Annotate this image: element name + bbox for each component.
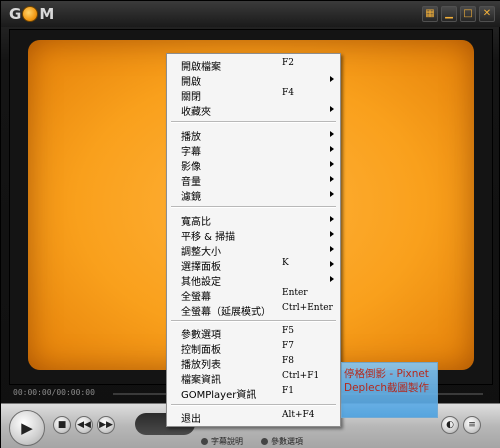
context-menu: 開啟檔案 F2 開啟 關閉 F4 收藏夾 播放 字幕 影像 音量 濾鏡 寬高比 … bbox=[166, 53, 341, 427]
submenu-arrow-icon bbox=[330, 106, 334, 112]
menu-item-aspect-ratio[interactable]: 寬高比 bbox=[167, 212, 340, 228]
menu-item-file-info[interactable]: 檔案資訊 Ctrl+F1 bbox=[167, 370, 340, 386]
menu-item-resize[interactable]: 調整大小 bbox=[167, 242, 340, 258]
stop-button[interactable]: ■ bbox=[53, 416, 71, 434]
menu-item-label: 退出 bbox=[181, 414, 201, 425]
menu-item-shortcut: Ctrl+Enter bbox=[282, 303, 333, 313]
menu-item-volume[interactable]: 音量 bbox=[167, 172, 340, 188]
menu-item-subtitles[interactable]: 字幕 bbox=[167, 142, 340, 158]
menu-item-open-file[interactable]: 開啟檔案 F2 bbox=[167, 57, 340, 73]
submenu-arrow-icon bbox=[330, 191, 334, 197]
menu-separator bbox=[171, 320, 336, 322]
menu-item-label: 參數選項 bbox=[181, 330, 221, 341]
submenu-arrow-icon bbox=[330, 176, 334, 182]
menu-item-favorites[interactable]: 收藏夾 bbox=[167, 102, 340, 118]
submenu-arrow-icon bbox=[330, 76, 334, 82]
submenu-arrow-icon bbox=[330, 261, 334, 267]
options-label: 參數選項 bbox=[271, 437, 303, 446]
menu-item-shortcut: Alt+F4 bbox=[282, 410, 315, 420]
menu-item-label: 開啟檔案 bbox=[181, 62, 221, 73]
menu-item-exit[interactable]: 退出 Alt+F4 bbox=[167, 409, 340, 425]
menu-item-open[interactable]: 開啟 bbox=[167, 72, 340, 88]
menu-item-close[interactable]: 關閉 F4 bbox=[167, 87, 340, 103]
next-button[interactable]: ▶▶ bbox=[97, 416, 115, 434]
menu-separator bbox=[171, 206, 336, 208]
menu-item-label: 選擇面板 bbox=[181, 262, 221, 273]
subtitle-help-link[interactable]: 字幕說明 bbox=[201, 436, 243, 447]
menu-item-label: 關閉 bbox=[181, 92, 201, 103]
previous-button[interactable]: ◀◀ bbox=[75, 416, 93, 434]
preferences-button[interactable]: ◐ bbox=[441, 416, 459, 434]
grid-icon[interactable]: ▦ bbox=[422, 6, 438, 22]
time-display: 00:00:00/00:00:00 bbox=[13, 388, 95, 397]
submenu-arrow-icon bbox=[330, 146, 334, 152]
menu-item-shortcut: F1 bbox=[282, 386, 294, 396]
menu-item-label: 全螢幕 bbox=[181, 292, 211, 303]
menu-item-label: 全螢幕（延展模式） bbox=[181, 307, 271, 318]
watermark-line-1: 停格倒影 - Pixnet bbox=[344, 368, 429, 380]
menu-item-shortcut: F2 bbox=[282, 58, 294, 68]
menu-item-other-settings[interactable]: 其他設定 bbox=[167, 272, 340, 288]
menu-item-select-panel[interactable]: 選擇面板 K bbox=[167, 257, 340, 273]
menu-item-label: 檔案資訊 bbox=[181, 375, 221, 386]
menu-item-label: 平移 & 掃描 bbox=[181, 232, 236, 243]
submenu-arrow-icon bbox=[330, 246, 334, 252]
subtitle-help-label: 字幕說明 bbox=[211, 437, 243, 446]
menu-item-label: 調整大小 bbox=[181, 247, 221, 258]
menu-item-filters[interactable]: 濾鏡 bbox=[167, 187, 340, 203]
options-link[interactable]: 參數選項 bbox=[261, 436, 303, 447]
menu-item-label: 播放 bbox=[181, 132, 201, 143]
menu-item-label: 字幕 bbox=[181, 147, 201, 158]
menu-item-play[interactable]: 播放 bbox=[167, 127, 340, 143]
subtitle-dot-icon bbox=[201, 438, 208, 445]
submenu-arrow-icon bbox=[330, 276, 334, 282]
maximize-icon[interactable]: □ bbox=[460, 6, 476, 22]
logo-letter-m: M bbox=[39, 5, 55, 23]
window-controls: ▦ ▁ □ ✕ bbox=[422, 6, 495, 22]
title-bar[interactable]: G M ▦ ▁ □ ✕ bbox=[1, 1, 500, 27]
options-dot-icon bbox=[261, 438, 268, 445]
logo-letter-g: G bbox=[9, 5, 22, 23]
menu-item-preferences[interactable]: 參數選項 F5 bbox=[167, 325, 340, 341]
minimize-icon[interactable]: ▁ bbox=[441, 6, 457, 22]
close-icon[interactable]: ✕ bbox=[479, 6, 495, 22]
submenu-arrow-icon bbox=[330, 231, 334, 237]
menu-item-label: 音量 bbox=[181, 177, 201, 188]
watermark-line-2: Deplech截圖製作 bbox=[344, 382, 430, 394]
menu-item-shortcut: Ctrl+F1 bbox=[282, 371, 320, 381]
menu-item-label: 影像 bbox=[181, 162, 201, 173]
menu-item-label: GOMPlayer資訊 bbox=[181, 390, 257, 401]
menu-item-label: 播放列表 bbox=[181, 360, 221, 371]
menu-item-label: 其他設定 bbox=[181, 277, 221, 288]
menu-item-label: 寬高比 bbox=[181, 217, 211, 228]
menu-item-shortcut: Enter bbox=[282, 288, 308, 298]
gom-logo: G M bbox=[9, 4, 54, 24]
menu-item-label: 濾鏡 bbox=[181, 192, 201, 203]
submenu-arrow-icon bbox=[330, 131, 334, 137]
menu-item-video[interactable]: 影像 bbox=[167, 157, 340, 173]
submenu-arrow-icon bbox=[330, 216, 334, 222]
menu-item-control-panel[interactable]: 控制面板 F7 bbox=[167, 340, 340, 356]
menu-item-shortcut: K bbox=[282, 258, 289, 268]
menu-separator bbox=[171, 404, 336, 406]
menu-item-about[interactable]: GOMPlayer資訊 F1 bbox=[167, 385, 340, 401]
bottom-links: 字幕說明 參數選項 bbox=[201, 436, 303, 447]
menu-item-shortcut: F8 bbox=[282, 356, 294, 366]
menu-item-fullscreen-stretch[interactable]: 全螢幕（延展模式） Ctrl+Enter bbox=[167, 302, 340, 318]
equalizer-button[interactable]: ≡ bbox=[463, 416, 481, 434]
logo-circle-icon bbox=[22, 6, 39, 22]
watermark-overlay: 停格倒影 - Pixnet Deplech截圖製作 bbox=[341, 362, 438, 418]
menu-item-label: 控制面板 bbox=[181, 345, 221, 356]
menu-item-fullscreen[interactable]: 全螢幕 Enter bbox=[167, 287, 340, 303]
menu-item-label: 開啟 bbox=[181, 77, 201, 88]
menu-separator bbox=[171, 121, 336, 123]
menu-item-shortcut: F5 bbox=[282, 326, 294, 336]
play-button[interactable]: ▶ bbox=[9, 410, 45, 446]
menu-item-pan-scan[interactable]: 平移 & 掃描 bbox=[167, 227, 340, 243]
menu-item-label: 收藏夾 bbox=[181, 107, 211, 118]
menu-item-playlist[interactable]: 播放列表 F8 bbox=[167, 355, 340, 371]
menu-item-shortcut: F7 bbox=[282, 341, 294, 351]
submenu-arrow-icon bbox=[330, 161, 334, 167]
menu-item-shortcut: F4 bbox=[282, 88, 294, 98]
